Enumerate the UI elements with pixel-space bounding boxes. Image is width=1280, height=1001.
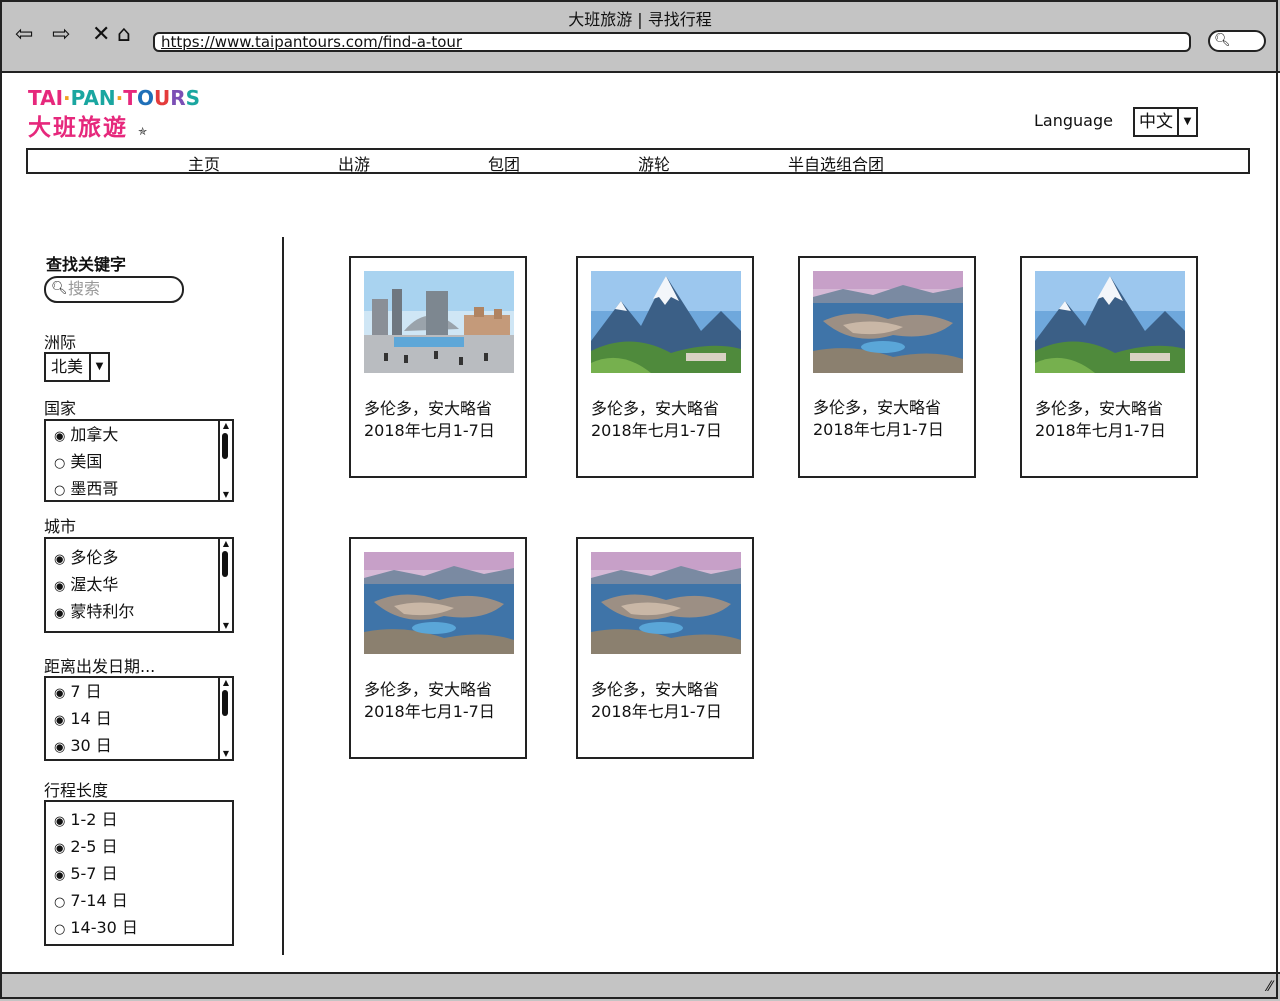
browser-frame xyxy=(0,0,1278,999)
